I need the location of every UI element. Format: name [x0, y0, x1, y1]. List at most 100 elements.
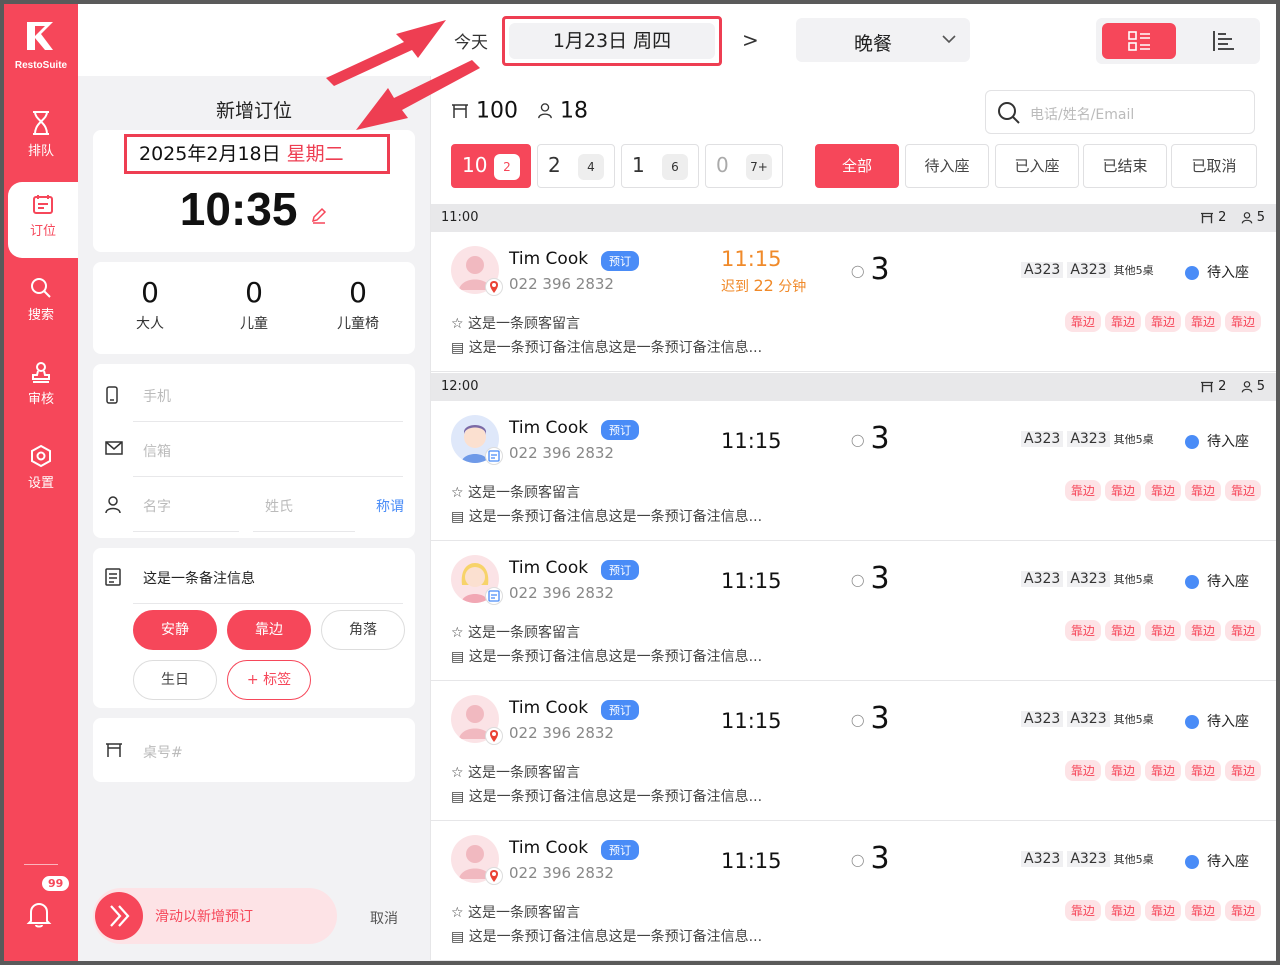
email-placeholder: 信箱 — [143, 444, 171, 460]
sidebar-item-queue[interactable]: 排队 — [4, 100, 78, 176]
tag-chip[interactable]: 生日 — [133, 660, 217, 700]
customer-note-text: 这是一条顾客留言 — [468, 905, 581, 921]
meal-select[interactable]: 晚餐 — [796, 18, 970, 62]
guest-count-card: 0 大人 0 儿童 0 儿童椅 — [93, 262, 415, 354]
reservation-remark-text: 这是一条预订备注信息这是一条预订备注信息... — [468, 340, 763, 356]
edit-icon[interactable] — [310, 207, 328, 225]
tag-chip: 靠边 — [1064, 480, 1101, 501]
last-name-input[interactable]: 姓氏 — [265, 496, 293, 516]
total-tables: 100 — [476, 98, 518, 124]
table-chip: A323 — [1021, 431, 1064, 447]
phone-field[interactable]: 手机 — [93, 368, 415, 422]
reservation-tags: 靠边 靠边 靠边 靠边 靠边 — [1061, 480, 1261, 501]
party-size: 4 — [578, 154, 604, 180]
note-field[interactable]: 这是一条备注信息 — [93, 550, 415, 604]
group-time: 12:00 — [441, 379, 479, 394]
customer-note-text: 这是一条顾客留言 — [468, 765, 581, 781]
sidebar-item-review[interactable]: 审核 — [4, 350, 78, 426]
table-icon — [1201, 381, 1214, 392]
pax-count: 3 — [870, 421, 890, 456]
next-day-button[interactable]: > — [742, 28, 759, 52]
late-prefix: 迟到 — [721, 279, 749, 295]
party-size-filter-2[interactable]: 10 2 — [451, 144, 531, 188]
status-label: 待入座 — [1207, 265, 1249, 281]
party-count: 10 — [462, 153, 488, 177]
table-chip: A323 — [1067, 851, 1110, 867]
sidebar-item-settings[interactable]: 设置 — [4, 434, 78, 510]
today-button[interactable]: 今天 — [454, 28, 488, 53]
reservation-row[interactable]: Tim Cook 预订 022 396 2832 11:15 ◯ 3 A323 A3… — [431, 541, 1276, 681]
party-size-filter-7plus[interactable]: 0 7+ — [705, 144, 783, 188]
status-label: 待入座 — [1207, 854, 1249, 870]
reservation-row[interactable]: Tim Cook 预订 022 396 2832 11:15 ◯ 3 A323 A3… — [431, 681, 1276, 821]
status-icon — [1185, 575, 1199, 589]
tag-chip[interactable]: 靠边 — [227, 610, 311, 650]
brand-name: RestoSuite — [14, 60, 68, 71]
reservation-row[interactable]: Tim Cook 预订 022 396 2832 11:15 ◯ 3 A323 A3… — [431, 401, 1276, 541]
slide-handle[interactable] — [95, 892, 143, 940]
group-time: 11:00 — [441, 210, 479, 225]
customer-name: Tim Cook — [509, 418, 589, 438]
tag-chip: 靠边 — [1104, 311, 1141, 332]
app-window: RestoSuite 排队 订位 搜索 审核 设置 99 今天 1月23日 周四… — [4, 4, 1276, 961]
sidebar-item-search[interactable]: 搜索 — [4, 266, 78, 342]
filter-waiting[interactable]: 待入座 — [905, 144, 989, 188]
table-placeholder: 桌号# — [143, 745, 183, 761]
notification-badge: 99 — [42, 876, 70, 891]
calendar-icon — [33, 195, 53, 214]
party-size-filter-4[interactable]: 2 4 — [537, 144, 615, 188]
chevron-down-icon — [942, 35, 956, 44]
add-tag-button[interactable]: + 标签 — [227, 660, 311, 700]
tag-chip: 靠边 — [1184, 311, 1221, 332]
adult-counter[interactable]: 0 大人 — [98, 276, 202, 333]
timeline-view-button[interactable] — [1194, 23, 1254, 59]
cancel-button[interactable]: 取消 — [370, 908, 398, 928]
table-field[interactable]: 桌号# — [93, 724, 415, 778]
tag-chip[interactable]: 安静 — [133, 610, 217, 650]
google-source-icon — [485, 727, 503, 745]
assigned-tables: A323 A323 其他5桌 — [1021, 571, 1154, 587]
slide-to-add-button[interactable]: 滑动以新增预订 — [93, 888, 337, 944]
tag-chip: 靠边 — [1144, 620, 1181, 641]
reservation-row[interactable]: Tim Cook 预订 022 396 2832 11:15 迟到 22 分钟 … — [431, 232, 1276, 372]
search-input[interactable]: 电话/姓名/Email — [985, 90, 1255, 134]
sidebar-item-reservation[interactable]: 订位 — [8, 182, 78, 258]
child-counter[interactable]: 0 儿童 — [202, 276, 306, 333]
table-chip: A323 — [1067, 262, 1110, 278]
note-card: 这是一条备注信息 安静 靠边 角落 生日 + 标签 — [93, 548, 415, 708]
salutation-link[interactable]: 称谓 — [376, 496, 404, 516]
reservation-badge: 预订 — [601, 560, 639, 580]
reservation-badge: 预订 — [601, 840, 639, 860]
card-view-button[interactable] — [1102, 23, 1176, 59]
more-tables: 其他5桌 — [1113, 853, 1154, 866]
status-badge: 待入座 — [1185, 711, 1249, 731]
reservation-time-value: 10:35 — [179, 183, 298, 235]
filter-cancelled[interactable]: 已取消 — [1171, 144, 1257, 188]
tag-chip[interactable]: 角落 — [321, 610, 405, 650]
filter-finished[interactable]: 已结束 — [1083, 144, 1167, 188]
pax-count: 3 — [870, 701, 890, 736]
pax-count: 3 — [870, 252, 890, 287]
status-icon — [1185, 266, 1199, 280]
highchair-counter[interactable]: 0 儿童椅 — [306, 276, 410, 333]
panel-footer: 滑动以新增预订 取消 — [78, 872, 430, 961]
reservation-time[interactable]: 10:35 — [93, 182, 415, 236]
party-size-filter-6[interactable]: 1 6 — [621, 144, 699, 188]
table-chip: A323 — [1021, 262, 1064, 278]
reservation-row[interactable]: Tim Cook 预订 022 396 2832 11:15 ◯ 3 A323 A3… — [431, 821, 1276, 961]
late-notice: 迟到 22 分钟 — [721, 276, 806, 296]
email-field[interactable]: 信箱 — [93, 423, 415, 477]
sidebar-divider — [24, 864, 58, 865]
first-name-input[interactable]: 名字 — [143, 496, 171, 516]
phone-placeholder: 手机 — [143, 389, 171, 405]
reservation-tags: 靠边 靠边 靠边 靠边 靠边 — [1061, 620, 1261, 641]
date-selector[interactable]: 1月23日 周四 — [509, 23, 715, 59]
reservation-tags: 靠边 靠边 靠边 靠边 靠边 — [1061, 760, 1261, 781]
search-icon — [31, 278, 51, 298]
filter-all[interactable]: 全部 — [815, 144, 899, 188]
notifications-button[interactable] — [26, 899, 52, 933]
customer-name: Tim Cook — [509, 249, 589, 269]
stamp-icon — [32, 362, 50, 383]
filter-seated[interactable]: 已入座 — [995, 144, 1079, 188]
reservation-time: 11:15 — [721, 429, 782, 453]
